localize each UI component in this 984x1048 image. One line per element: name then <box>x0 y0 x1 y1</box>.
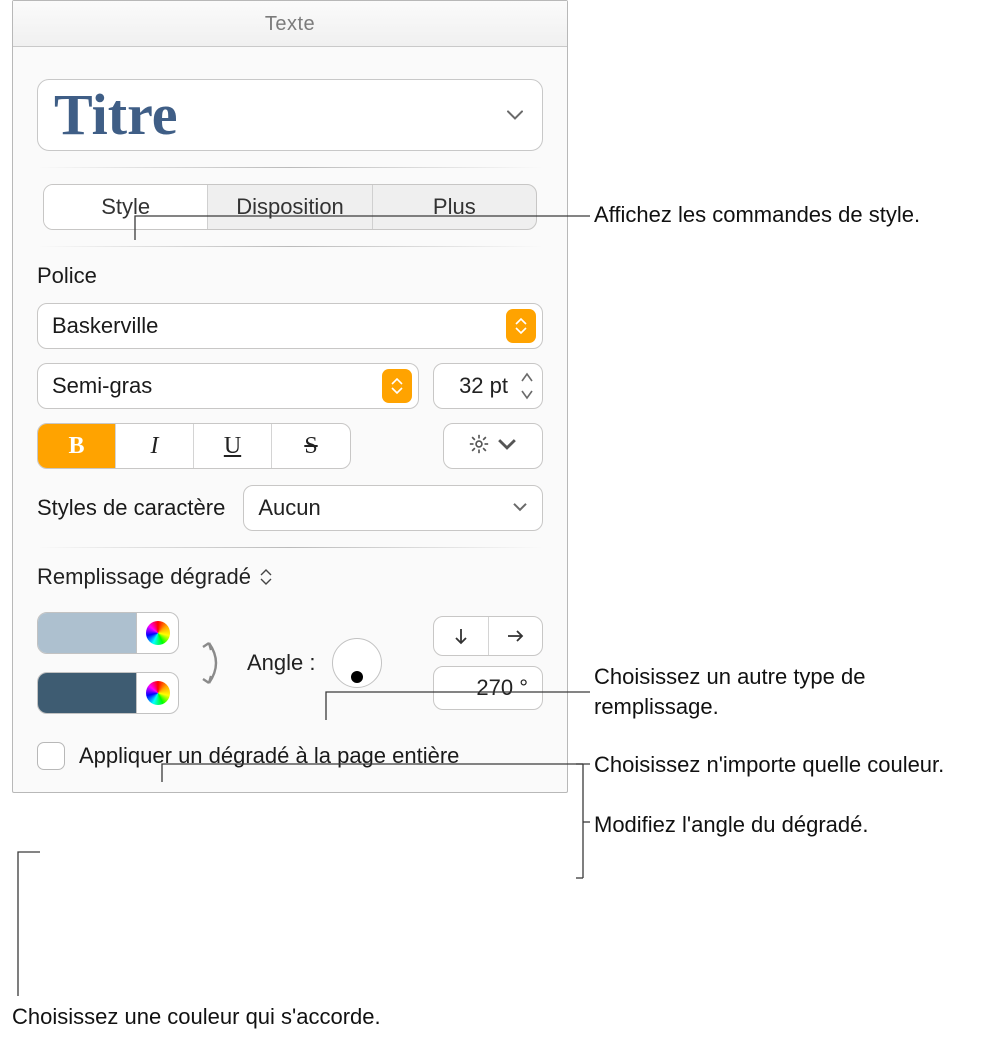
gradient-color-bottom <box>37 672 179 714</box>
tab-more[interactable]: Plus <box>373 185 536 229</box>
angle-direction-buttons <box>433 616 543 656</box>
stepper-arrows-icon <box>516 369 538 403</box>
callout-fill-type: Choisissez un autre type de remplissage. <box>594 662 954 721</box>
color-picker-button[interactable] <box>136 673 178 713</box>
font-heading: Police <box>37 263 543 289</box>
inspector-tab: Texte <box>13 1 567 47</box>
divider <box>37 167 543 168</box>
bold-button[interactable]: B <box>38 424 116 468</box>
font-family-value: Baskerville <box>52 313 158 338</box>
color-picker-button[interactable] <box>136 613 178 653</box>
char-styles-popup[interactable]: Aucun <box>243 485 543 531</box>
paragraph-style-name: Titre <box>54 86 526 148</box>
paragraph-style-popup[interactable]: Titre <box>37 79 543 151</box>
inspector-segment-control: Style Disposition Plus <box>43 184 537 230</box>
text-style-buttons: B I U S <box>37 423 351 469</box>
callout-angle: Modifiez l'angle du dégradé. <box>594 810 974 840</box>
chevron-down-icon <box>496 433 518 460</box>
font-weight-popup[interactable]: Semi-gras <box>37 363 419 409</box>
angle-down-button[interactable] <box>434 617 489 655</box>
dial-indicator-icon <box>351 671 363 683</box>
strikethrough-button[interactable]: S <box>272 424 350 468</box>
callout-style-commands: Affichez les commandes de style. <box>594 200 964 230</box>
updown-icon <box>506 309 536 343</box>
char-styles-value: Aucun <box>258 495 320 520</box>
angle-dial[interactable] <box>332 638 382 688</box>
updown-icon <box>259 566 277 588</box>
divider <box>37 547 543 548</box>
tab-layout[interactable]: Disposition <box>208 185 372 229</box>
chevron-down-icon <box>512 484 528 528</box>
callout-theme-color: Choisissez une couleur qui s'accorde. <box>12 1002 572 1032</box>
font-size-value: 32 pt <box>459 373 508 398</box>
char-styles-label: Styles de caractère <box>37 495 225 521</box>
divider <box>37 246 543 247</box>
callout-any-color: Choisissez n'importe quelle couleur. <box>594 750 964 780</box>
angle-label: Angle : <box>247 650 316 676</box>
gear-icon <box>468 433 490 460</box>
angle-value: 270 ° <box>476 675 528 700</box>
color-wheel-icon <box>146 681 170 705</box>
updown-icon <box>382 369 412 403</box>
apply-whole-page-label: Appliquer un dégradé à la page entière <box>79 743 459 769</box>
font-weight-value: Semi-gras <box>52 373 152 398</box>
fill-type-popup[interactable]: Remplissage dégradé <box>37 564 543 590</box>
tab-style[interactable]: Style <box>44 185 208 229</box>
color-well-bottom[interactable] <box>38 673 136 713</box>
font-family-popup[interactable]: Baskerville <box>37 303 543 349</box>
advanced-options-button[interactable] <box>443 423 543 469</box>
italic-button[interactable]: I <box>116 424 194 468</box>
fill-type-label: Remplissage dégradé <box>37 564 251 590</box>
apply-whole-page-checkbox[interactable] <box>37 742 65 770</box>
angle-field[interactable]: 270 ° <box>433 666 543 710</box>
chevron-down-icon <box>506 108 524 120</box>
underline-button[interactable]: U <box>194 424 272 468</box>
font-size-stepper[interactable]: 32 pt <box>433 363 543 409</box>
swap-colors-button[interactable] <box>199 635 227 691</box>
color-well-top[interactable] <box>38 613 136 653</box>
gradient-color-top <box>37 612 179 654</box>
inspector-panel: Texte Titre Style Disposition Plus Polic… <box>12 0 568 793</box>
color-wheel-icon <box>146 621 170 645</box>
angle-right-button[interactable] <box>489 617 543 655</box>
